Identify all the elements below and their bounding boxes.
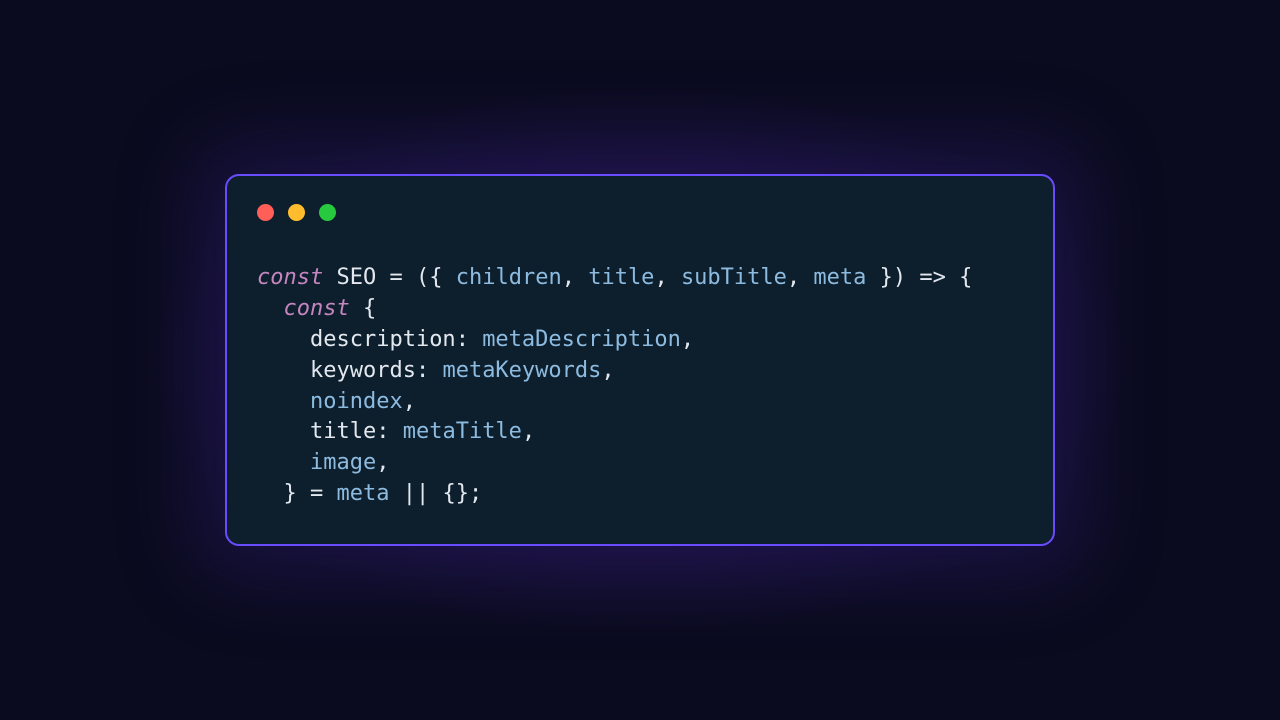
code-block: const SEO = ({ children, title, subTitle… [257, 263, 1023, 509]
param-children: children [456, 265, 562, 290]
param-subtitle: subTitle [681, 265, 787, 290]
maximize-icon[interactable] [319, 204, 336, 221]
param-meta: meta [813, 265, 866, 290]
keyword-const: const [284, 296, 350, 321]
function-name: SEO [336, 265, 376, 290]
minimize-icon[interactable] [288, 204, 305, 221]
key-title: title [310, 419, 376, 444]
key-noindex: noindex [310, 389, 403, 414]
empty-object: {} [442, 481, 469, 506]
keyword-const: const [257, 265, 323, 290]
key-image: image [310, 450, 376, 475]
close-icon[interactable] [257, 204, 274, 221]
val-metadescription: metaDescription [482, 327, 681, 352]
param-title: title [588, 265, 654, 290]
key-description: description [310, 327, 456, 352]
val-metakeywords: metaKeywords [442, 358, 601, 383]
ref-meta: meta [337, 481, 390, 506]
or-operator: || [389, 481, 442, 506]
key-keywords: keywords [310, 358, 416, 383]
window-controls [257, 204, 1023, 221]
code-window: const SEO = ({ children, title, subTitle… [225, 174, 1055, 545]
val-metatitle: metaTitle [403, 419, 522, 444]
